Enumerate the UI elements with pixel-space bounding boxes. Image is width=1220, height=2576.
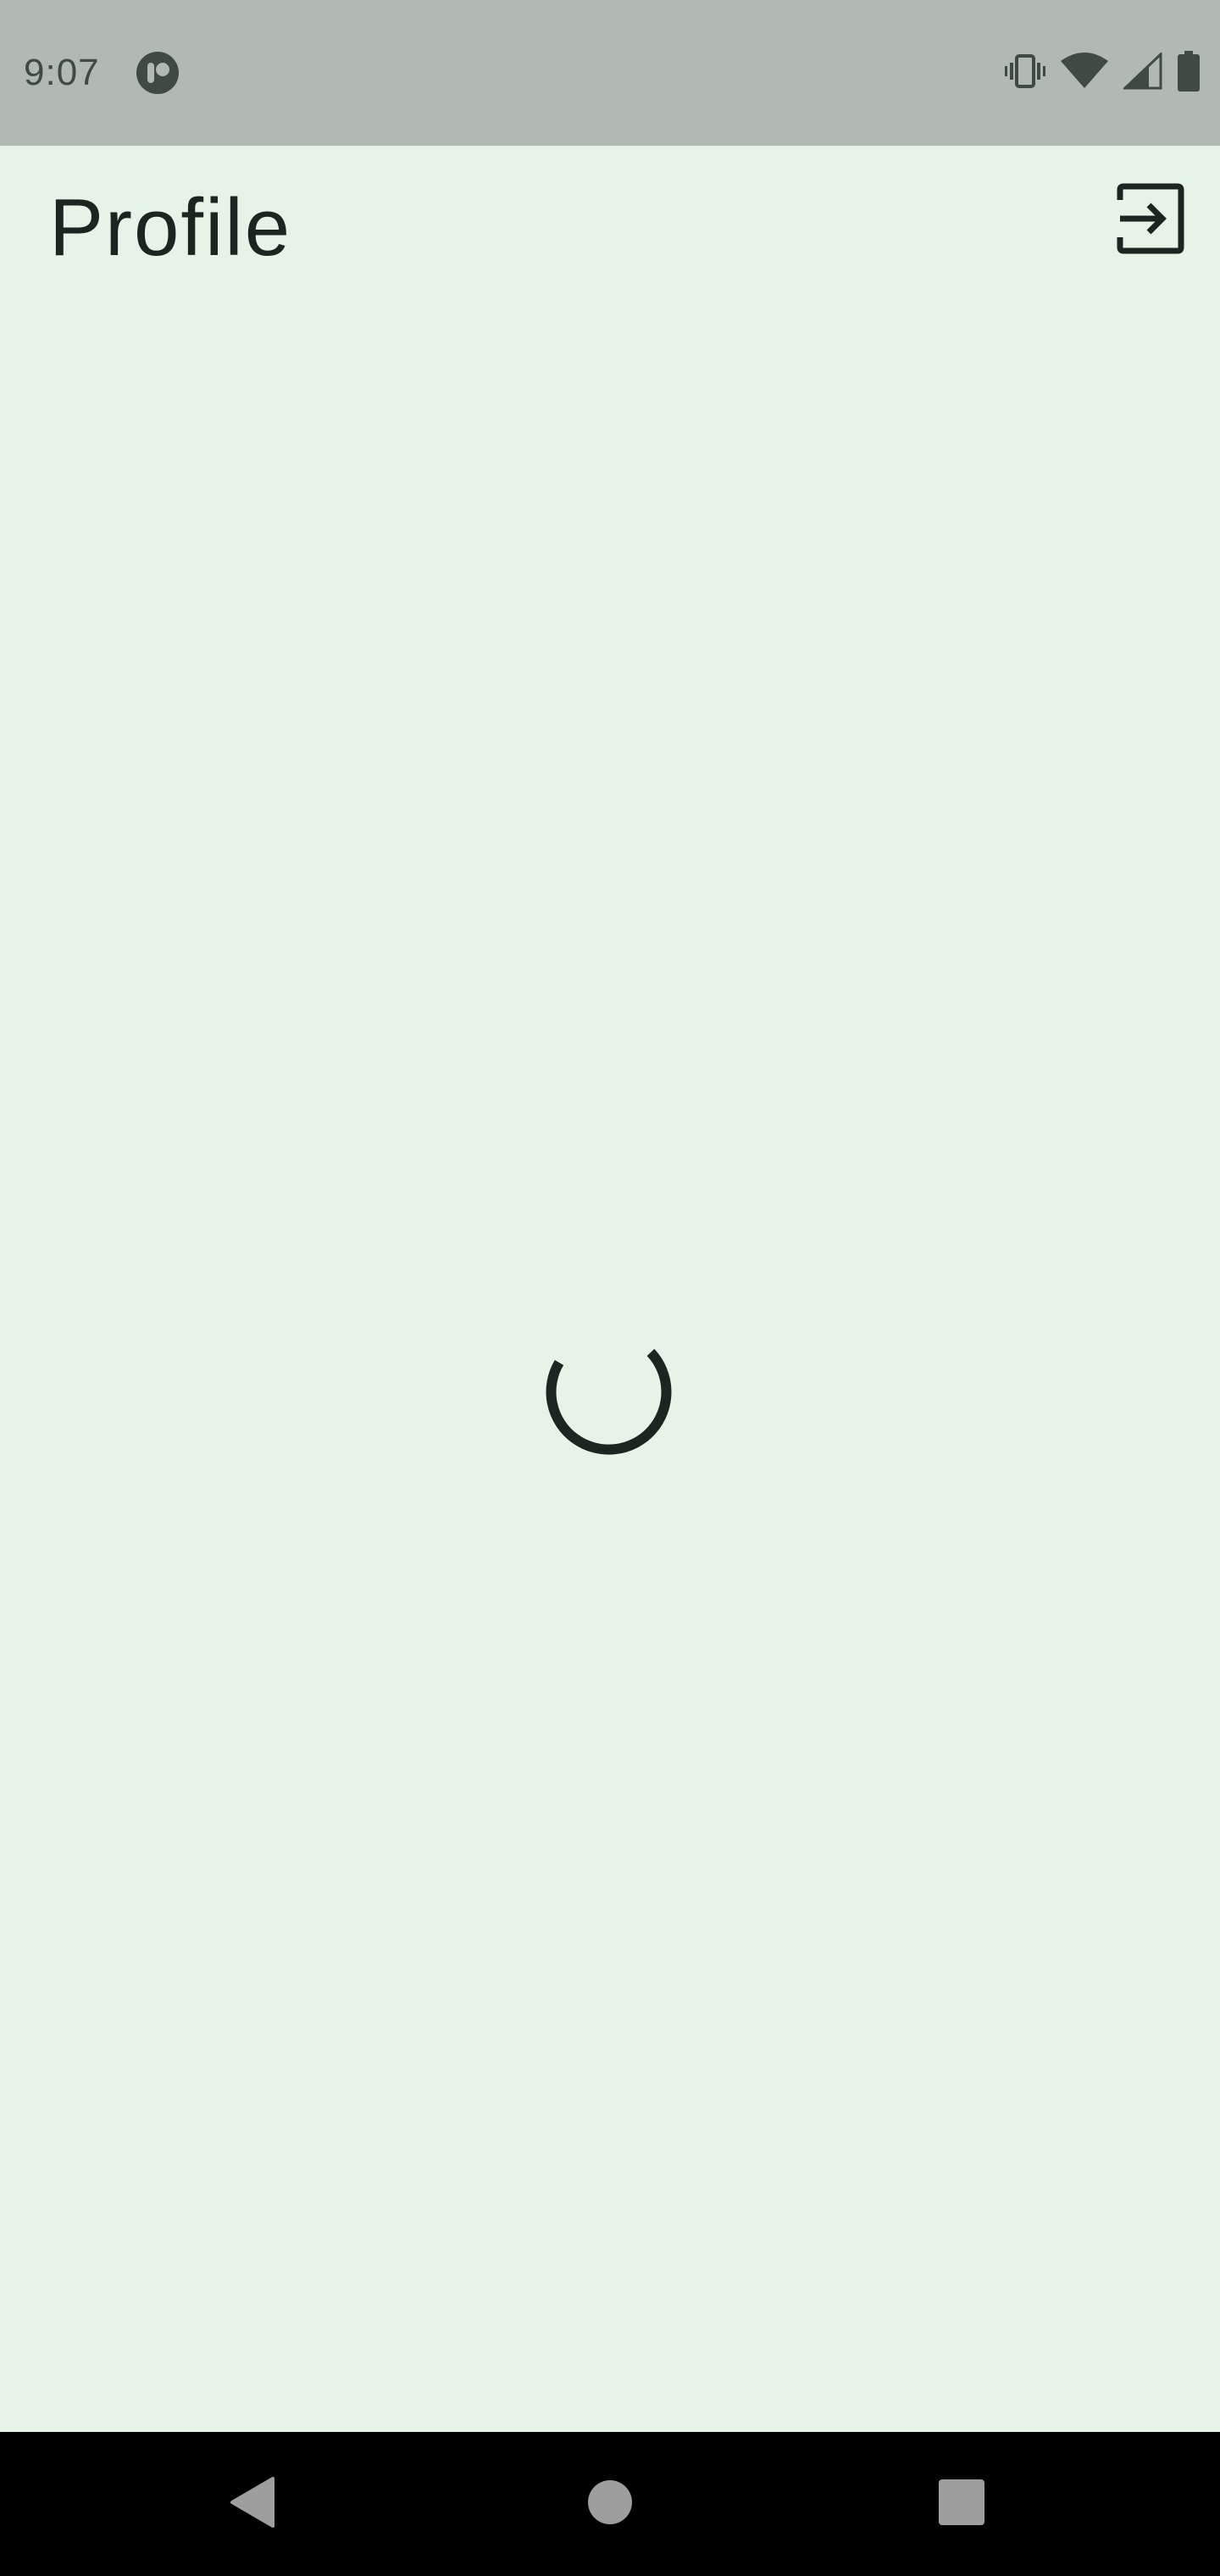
battery-icon — [1178, 50, 1200, 96]
top-app-bar: Profile — [0, 146, 1220, 307]
page-title: Profile — [49, 182, 292, 273]
status-icons — [1005, 50, 1200, 96]
back-icon — [229, 2475, 280, 2534]
vibrate-icon — [1005, 53, 1045, 92]
logout-button[interactable] — [1106, 176, 1195, 264]
home-button[interactable] — [568, 2462, 652, 2546]
back-button[interactable] — [212, 2462, 297, 2546]
recents-button[interactable] — [919, 2462, 1004, 2546]
status-time: 9:07 — [24, 52, 100, 93]
status-bar: 9:07 — [0, 0, 1220, 146]
cellular-signal-icon — [1122, 51, 1162, 94]
recents-icon — [938, 2479, 985, 2530]
home-icon — [586, 2479, 634, 2530]
logout-icon — [1115, 183, 1186, 258]
loading-spinner — [542, 1322, 678, 1457]
system-navigation-bar — [0, 2432, 1220, 2576]
wifi-icon — [1061, 52, 1108, 94]
app-notification-icon — [136, 51, 180, 95]
